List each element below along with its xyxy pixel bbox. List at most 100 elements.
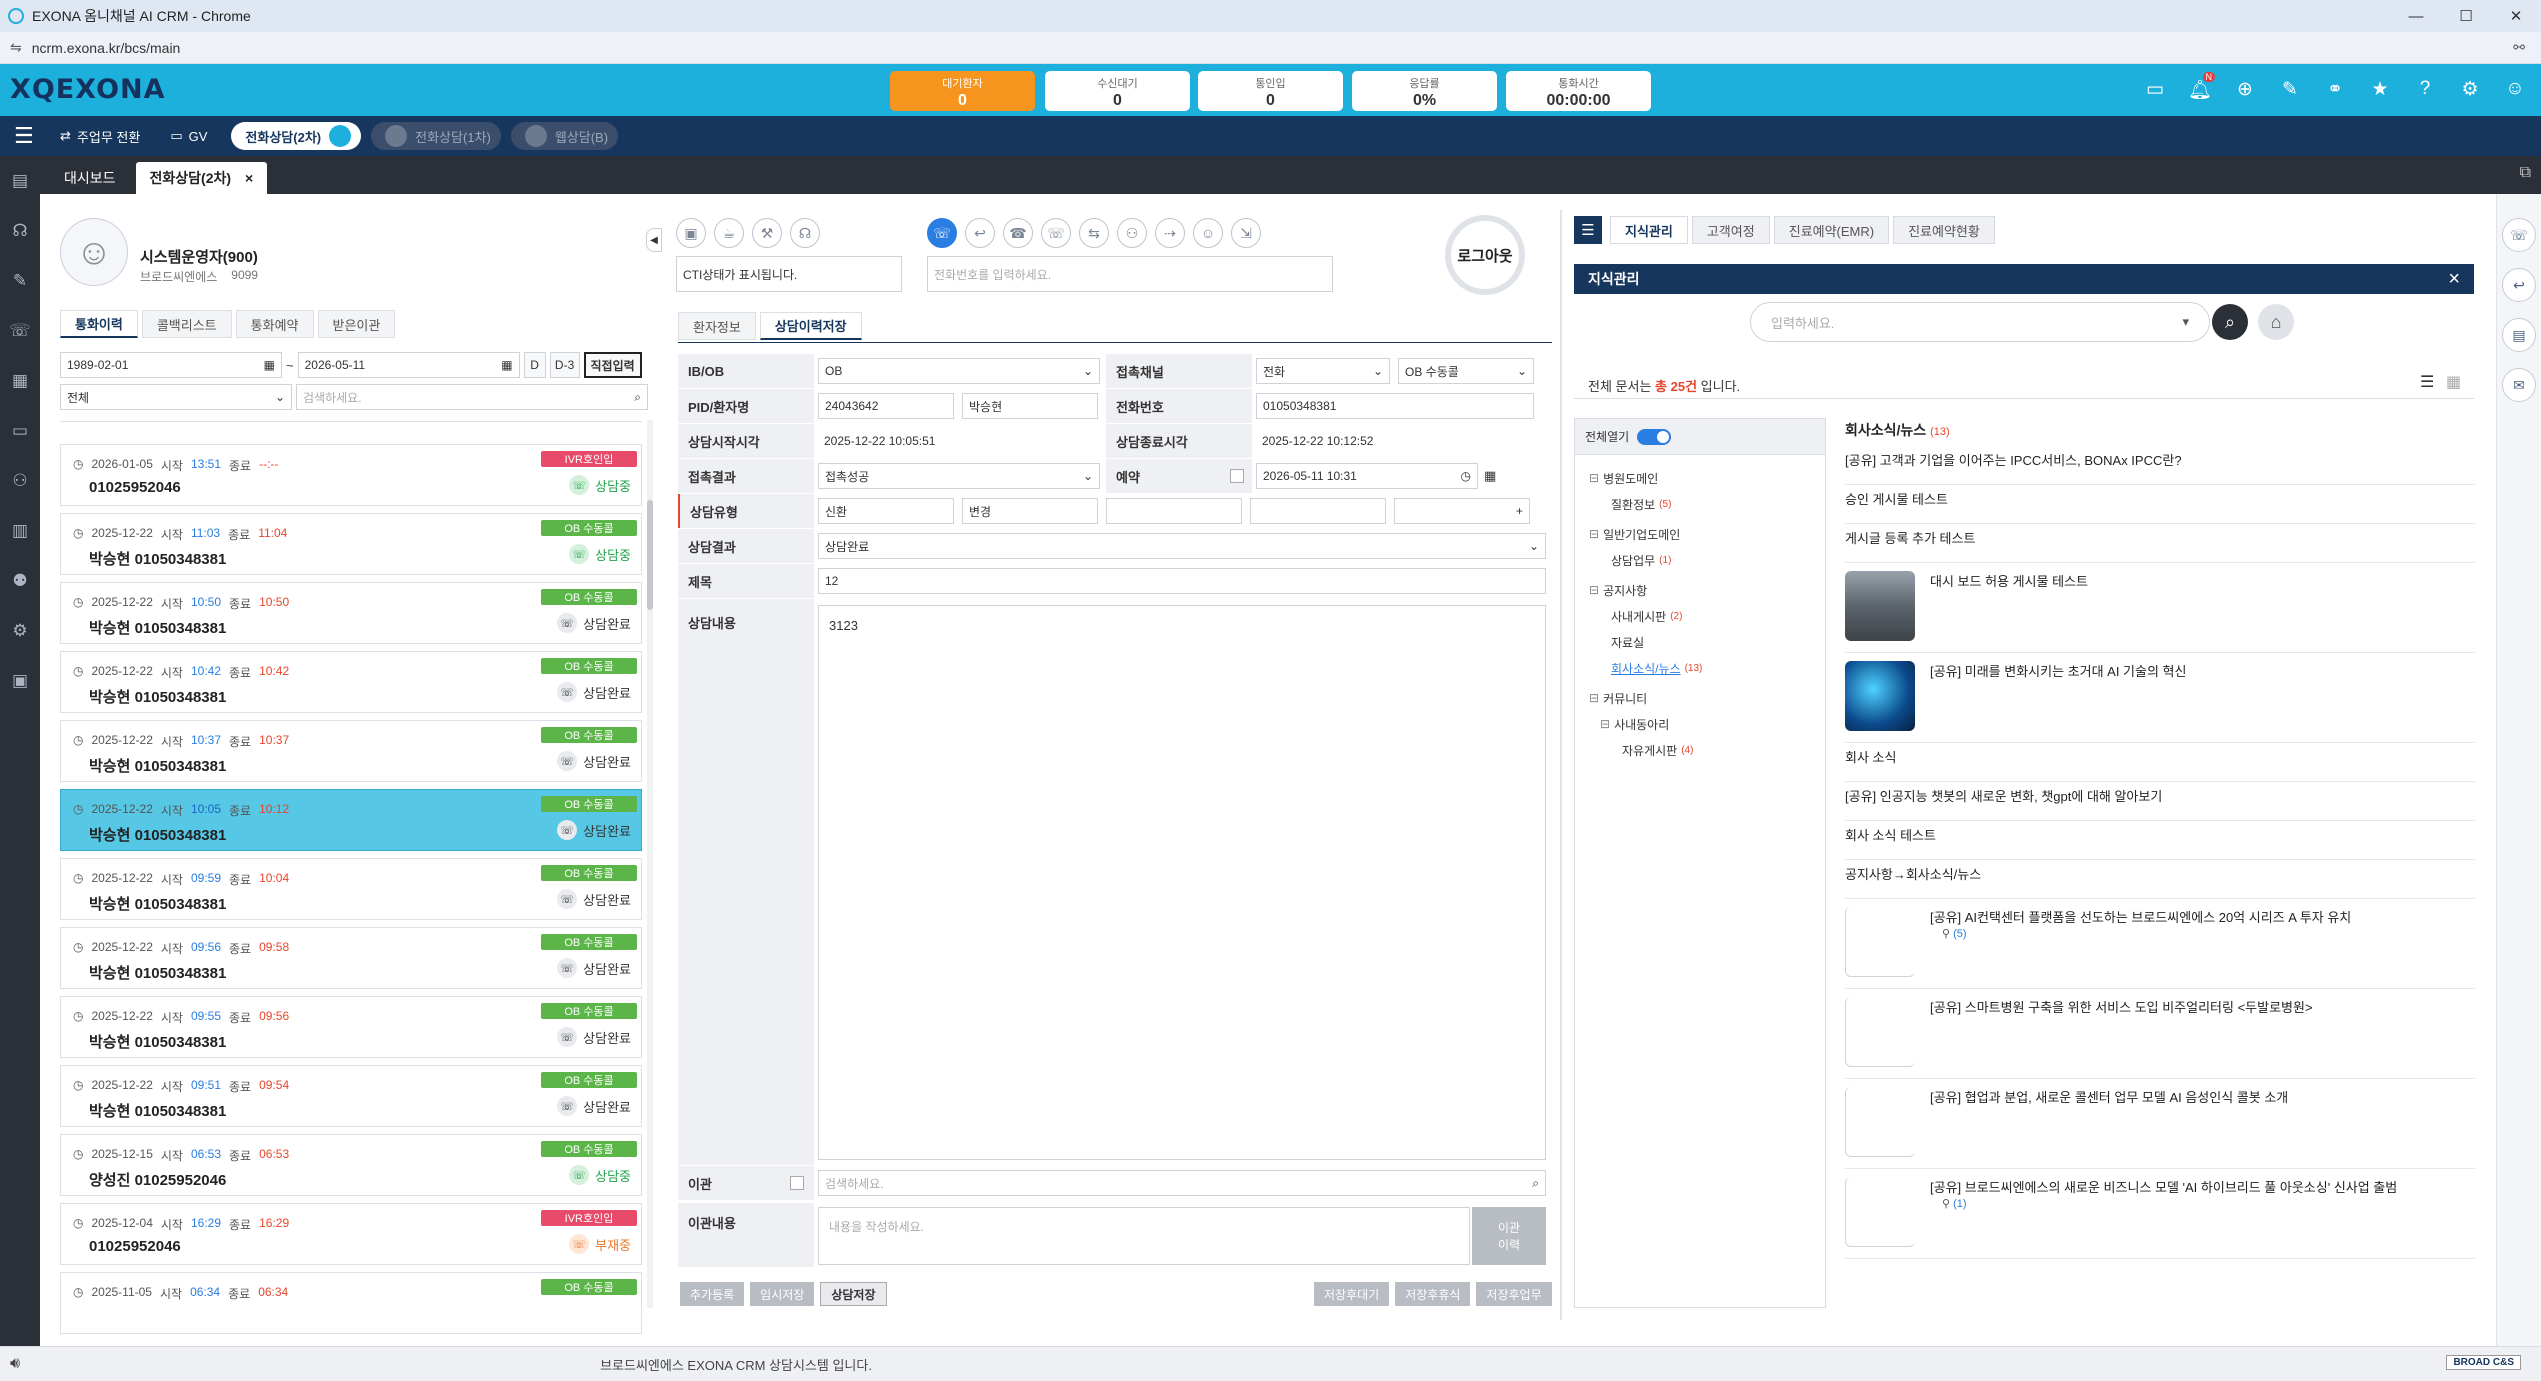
knowledge-home-button[interactable]: ⌂ xyxy=(2258,304,2294,340)
chat-icon[interactable]: ▭ xyxy=(2142,78,2168,102)
search-icon[interactable]: ⌕ xyxy=(634,390,641,405)
minimize-button[interactable]: — xyxy=(2391,0,2441,32)
sidebar-calendar-icon[interactable]: ▦ xyxy=(0,356,40,406)
sidebar-chart-icon[interactable]: ▥ xyxy=(0,506,40,556)
hangup-icon[interactable]: ☎ xyxy=(1003,218,1033,248)
list-scrollbar[interactable] xyxy=(647,420,653,1308)
consult-type-4[interactable] xyxy=(1250,498,1386,524)
consult-save-button[interactable]: 상담저장 xyxy=(820,1282,887,1306)
sidebar-users-icon[interactable]: ⚇ xyxy=(0,456,40,506)
consult-type-1[interactable]: 신환 xyxy=(818,498,954,524)
call-history-item[interactable]: ◷ 2025-12-22 시작 09:59 종료 10:04 박승현 01050… xyxy=(60,858,642,920)
tab-consult-save[interactable]: 상담이력저장 xyxy=(759,312,862,340)
tree-node[interactable]: 회사소식/뉴스 (13) xyxy=(1589,655,1825,681)
tree-node[interactable]: ⊟ 사내동아리 xyxy=(1589,711,1825,737)
tree-toggle-icon[interactable]: ⊟ xyxy=(1589,583,1599,597)
tree-node[interactable]: 자유게시판 (4) xyxy=(1589,737,1825,763)
tree-node[interactable]: ⊟ 병원도메인 xyxy=(1589,465,1825,491)
tab-emr-reservation[interactable]: 진료예약(EMR) xyxy=(1773,216,1890,244)
knowledge-search-input[interactable]: 입력하세요. ▾ xyxy=(1750,302,2210,342)
tab-reservation-status[interactable]: 진료예약현황 xyxy=(1893,216,1995,244)
content-textarea[interactable]: 3123 xyxy=(818,605,1546,1160)
consult-result-select[interactable]: 상담완료 ⌄ xyxy=(818,533,1546,559)
tree-toggle-icon[interactable]: ⊟ xyxy=(1589,527,1599,541)
sidebar-edit-icon[interactable]: ✎ xyxy=(0,256,40,306)
news-item[interactable]: [공유] 스마트병원 구축을 위한 서비스 도입 비주얼리터링 <두발로병원> xyxy=(1845,989,2475,1079)
pill-phone-2nd[interactable]: 전화상담(2차) xyxy=(231,122,362,150)
save-and-wait-button[interactable]: 저장후대기 xyxy=(1314,1282,1390,1306)
consult-type-5[interactable]: + xyxy=(1394,498,1530,524)
filter-select[interactable]: 전체 ⌄ xyxy=(60,384,292,410)
link-icon[interactable]: ⚭ xyxy=(2322,78,2348,102)
stat-call-time[interactable]: 통화시간 00:00:00 xyxy=(1506,71,1651,111)
consult-type-3[interactable] xyxy=(1106,498,1242,524)
tree-toggle-icon[interactable]: ⊟ xyxy=(1589,471,1599,485)
add-register-button[interactable]: 추가등록 xyxy=(680,1282,745,1306)
call-forward-icon[interactable]: ⇢ xyxy=(1155,218,1185,248)
call-history-item[interactable]: ◷ 2025-12-22 시작 09:51 종료 09:54 박승현 01050… xyxy=(60,1065,642,1127)
tab-call-reservation[interactable]: 통화예약 xyxy=(235,310,314,338)
help-icon[interactable]: ? xyxy=(2412,78,2438,102)
call-history-item[interactable]: ◷ 2025-12-22 시작 09:55 종료 09:56 박승현 01050… xyxy=(60,996,642,1058)
start-date-input[interactable]: 1989-02-01 ▦ xyxy=(60,352,282,378)
news-item[interactable]: 회사 소식 xyxy=(1845,743,2475,782)
cti-tools-icon[interactable]: ⚒ xyxy=(752,218,782,248)
sidebar-headset-icon[interactable]: ☊ xyxy=(0,206,40,256)
call-history-item[interactable]: ◷ 2025-12-22 시작 11:03 종료 11:04 박승현 01050… xyxy=(60,513,642,575)
close-tab-icon[interactable]: × xyxy=(245,170,253,186)
tab-received-transfer[interactable]: 받은이관 xyxy=(317,310,396,338)
call-history-item[interactable]: ◷ 2025-12-15 시작 06:53 종료 06:53 양성진 01025… xyxy=(60,1134,642,1196)
calendar-icon[interactable]: ▦ xyxy=(501,358,512,372)
transfer-search-input[interactable]: 검색하세요. ⌕ xyxy=(818,1170,1546,1196)
call-history-item[interactable]: ◷ 2025-12-04 시작 16:29 종료 16:29 010259520… xyxy=(60,1203,642,1265)
ibob-select[interactable]: OB ⌄ xyxy=(818,358,1100,384)
sidebar-chat-icon[interactable]: ▭ xyxy=(0,406,40,456)
scroll-thumb[interactable] xyxy=(647,500,653,610)
close-window-button[interactable]: ✕ xyxy=(2491,0,2541,32)
tab-customer-journey[interactable]: 고객여정 xyxy=(1691,216,1770,244)
site-info-icon[interactable]: ⇋ xyxy=(10,39,22,56)
call-history-item[interactable]: ◷ 2025-11-05 시작 06:34 종료 06:34 OB 수동콜 xyxy=(60,1272,642,1334)
maximize-button[interactable]: ☐ xyxy=(2441,0,2491,32)
pill-phone-1st[interactable]: 전화상담(1차) xyxy=(371,122,501,150)
pill-web-b[interactable]: 웹상담(B) xyxy=(510,122,619,150)
tab-dashboard[interactable]: 대시보드 xyxy=(50,162,130,194)
globe-icon[interactable]: ⊕ xyxy=(2232,78,2258,102)
sidebar-settings-icon[interactable]: ⚙ xyxy=(0,606,40,656)
expand-all-toggle[interactable] xyxy=(1637,428,1672,445)
call-history-item[interactable]: ◷ 2025-12-22 시작 09:56 종료 09:58 박승현 01050… xyxy=(60,927,642,989)
sidebar-report-icon[interactable]: ▣ xyxy=(0,656,40,706)
cti-headset-icon[interactable]: ☊ xyxy=(790,218,820,248)
tab-call-history[interactable]: 통화이력 xyxy=(60,310,138,338)
add-icon[interactable]: + xyxy=(1516,504,1523,518)
call-history-item[interactable]: ◷ 2025-12-22 시작 10:42 종료 10:42 박승현 01050… xyxy=(60,651,642,713)
sidebar-user-settings-icon[interactable]: ⚉ xyxy=(0,556,40,606)
knowledge-search-button[interactable]: ⌕ xyxy=(2212,304,2248,340)
clock-icon[interactable]: ◷ xyxy=(1461,469,1471,483)
tree-node[interactable]: 자료실 xyxy=(1589,629,1825,655)
close-panel-icon[interactable]: × xyxy=(2448,268,2460,291)
tab-knowledge[interactable]: 지식관리 xyxy=(1610,216,1688,244)
grid-layout-icon[interactable]: ▦ xyxy=(2446,372,2461,392)
end-date-input[interactable]: 2026-05-11 ▦ xyxy=(297,352,520,378)
news-item[interactable]: [공유] 협업과 분업, 새로운 콜센터 업무 모델 AI 음성인식 콜봇 소개 xyxy=(1845,1079,2475,1169)
call-history-item[interactable]: ◷ 2025-12-22 시작 10:37 종료 10:37 박승현 01050… xyxy=(60,720,642,782)
tab-patient-info[interactable]: 환자정보 xyxy=(678,312,756,340)
stat-waiting-patients[interactable]: 대기환자 0 xyxy=(890,71,1035,111)
call-history-item[interactable]: ◷ 2026-01-05 시작 13:51 종료 --:-- 010259520… xyxy=(60,444,642,506)
star-icon[interactable]: ★ xyxy=(2367,78,2393,102)
call-conference-icon[interactable]: ⚇ xyxy=(1117,218,1147,248)
phone-number-input[interactable]: 전화번호를 입력하세요. xyxy=(927,256,1333,292)
caret-down-icon[interactable]: ▾ xyxy=(2182,314,2189,330)
call-agent-icon[interactable]: ☺ xyxy=(1193,218,1223,248)
search-icon[interactable]: ⌕ xyxy=(1532,1176,1539,1191)
tree-node[interactable]: 질환정보 (5) xyxy=(1589,491,1825,517)
tree-node[interactable]: ⊟ 공지사항 xyxy=(1589,577,1825,603)
news-item[interactable]: [공유] 고객과 기업을 이어주는 IPCC서비스, BONAx IPCC란? xyxy=(1845,446,2475,485)
save-and-work-button[interactable]: 저장후업무 xyxy=(1476,1282,1552,1306)
call-exit-icon[interactable]: ⇲ xyxy=(1231,218,1261,248)
speaker-icon[interactable]: 🔊︎ xyxy=(10,1355,20,1373)
call-history-item[interactable]: ◷ 2025-12-22 시작 10:05 종료 10:12 박승현 01050… xyxy=(60,789,642,851)
list-layout-icon[interactable]: ☰ xyxy=(2420,372,2434,392)
contact-result-select[interactable]: 접촉성공 ⌄ xyxy=(818,463,1100,489)
